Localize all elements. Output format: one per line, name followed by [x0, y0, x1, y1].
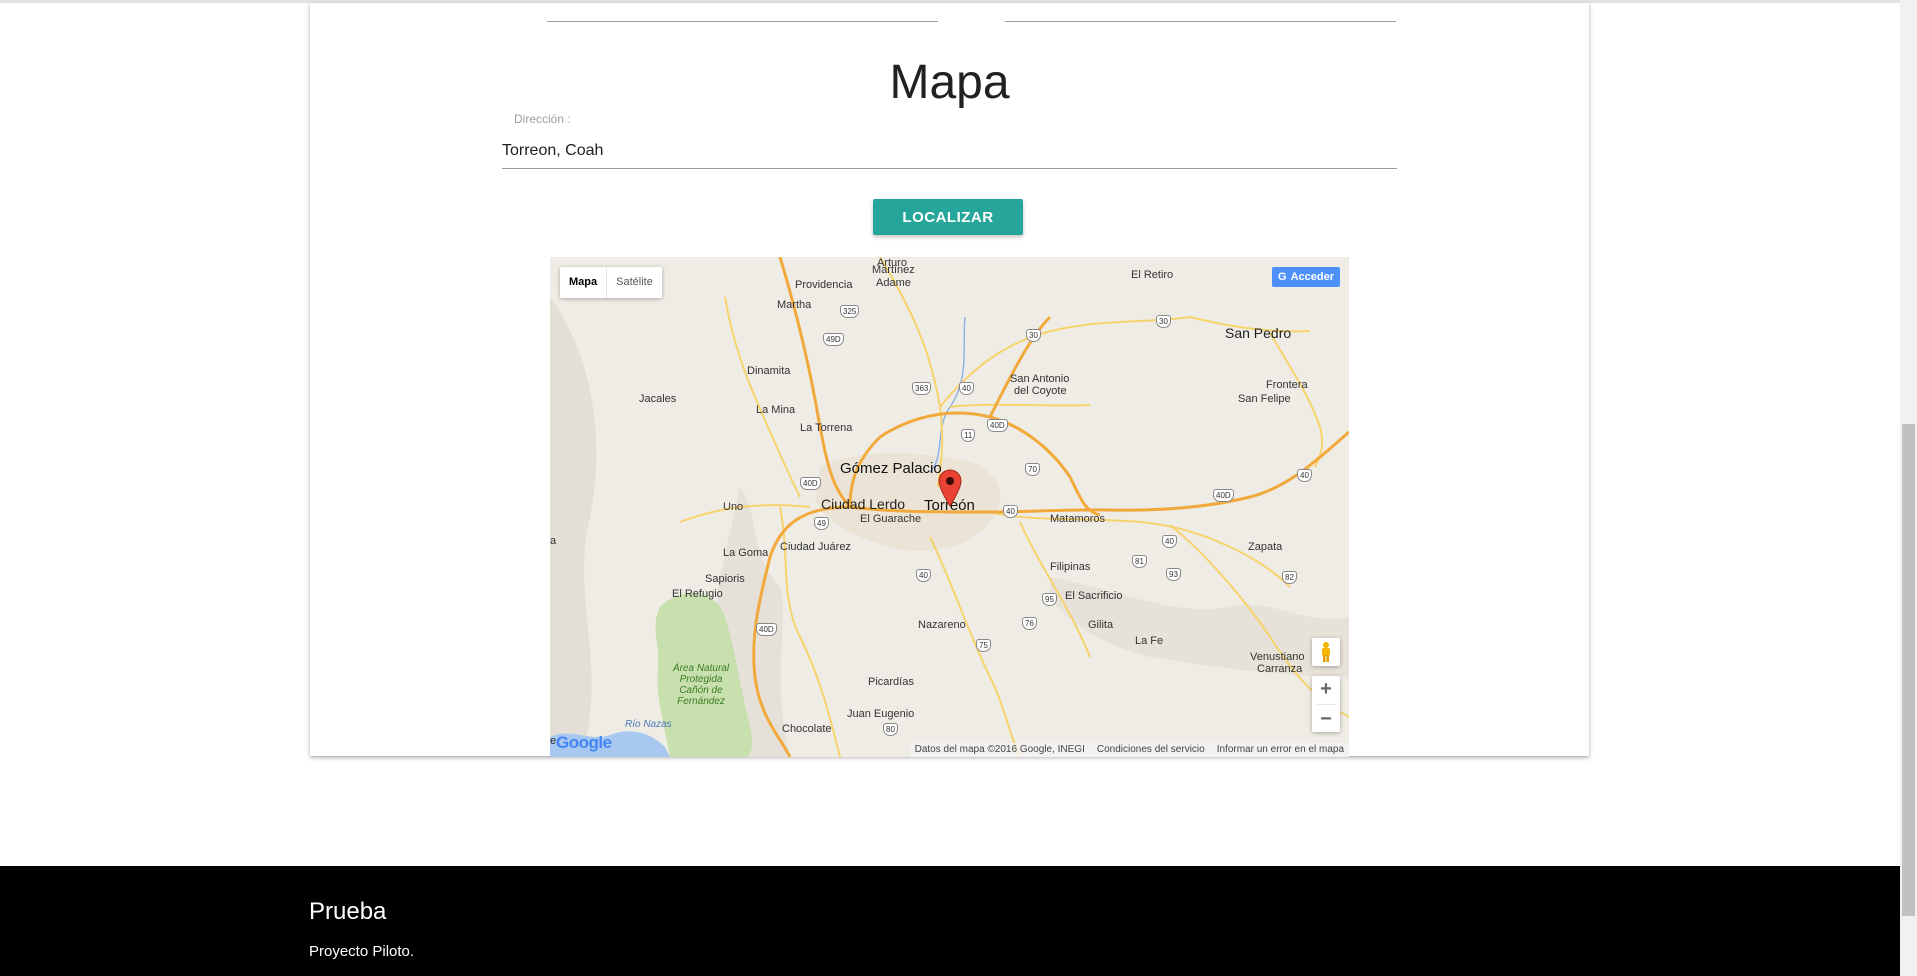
pegman-icon	[1322, 642, 1330, 662]
map-type-satellite-button[interactable]: Satélite	[606, 267, 662, 298]
highway-shield: 40	[1162, 535, 1177, 548]
highway-shield: 40	[959, 382, 974, 395]
map-label-uno: Uno	[723, 501, 744, 513]
footer-text: Proyecto Piloto.	[309, 943, 415, 960]
google-logo[interactable]: Google	[556, 733, 612, 753]
map-label-el-refugio: El Refugio	[672, 588, 723, 600]
map-label-providencia: Providencia	[795, 279, 853, 291]
sign-in-label: Acceder	[1290, 271, 1334, 283]
map-label-ciudad-juarez: Ciudad Juárez	[780, 541, 851, 553]
highway-shield: 93	[1166, 568, 1181, 581]
map-terms-link[interactable]: Condiciones del servicio	[1097, 743, 1205, 757]
page-footer: Prueba Proyecto Piloto.	[0, 866, 1900, 976]
map-label-frontera: Frontera	[1266, 379, 1308, 391]
zoom-control: + −	[1312, 676, 1340, 732]
highway-shield: 95	[1042, 593, 1057, 606]
map-label-san-antonio: San Antonio	[1010, 373, 1070, 385]
map-label-venustiano: Venustiano	[1250, 651, 1305, 663]
highway-shield: 30	[1026, 329, 1041, 342]
map-label-area-natural-line: Área Natural	[672, 663, 730, 674]
highway-shield: 40D	[1213, 489, 1234, 502]
map-label-san-pedro: San Pedro	[1225, 325, 1292, 341]
highway-shield: 75	[976, 639, 991, 652]
highway-shield: 76	[1022, 617, 1037, 630]
highway-shield: 49	[814, 517, 829, 530]
map-label-juan-eugenio: Juan Eugenio	[847, 708, 915, 720]
map-label-ciudad-lerdo: Ciudad Lerdo	[821, 496, 906, 512]
highway-shield: 49D	[823, 333, 844, 346]
highway-shield: 40D	[987, 419, 1008, 432]
highway-shield: 363	[912, 382, 932, 395]
highway-shield: 82	[1282, 571, 1297, 584]
scrollbar-thumb[interactable]	[1902, 424, 1915, 916]
map-label-matamoros: Matamoros	[1050, 513, 1106, 525]
map-label-chocolate: Chocolate	[782, 723, 832, 735]
map-label-sapioris: Sapioris	[705, 573, 745, 585]
zoom-out-button[interactable]: −	[1312, 706, 1340, 734]
street-view-pegman-button[interactable]	[1312, 638, 1340, 666]
map-label-gilita: Gilita	[1088, 619, 1114, 631]
map-label-area-natural-line: Fernández	[677, 696, 725, 707]
sign-in-button[interactable]: G Acceder	[1272, 267, 1340, 287]
map-label-el-guarache: El Guarache	[860, 513, 922, 525]
map-label-la-mina: La Mina	[756, 404, 796, 416]
map-label-la-fe: La Fe	[1135, 635, 1164, 647]
locate-button[interactable]: LOCALIZAR	[873, 199, 1023, 235]
map-label-area-natural-line: Protegida	[679, 674, 723, 685]
map-label-dinamita: Dinamita	[747, 365, 791, 377]
map-label-gomez-palacio: Gómez Palacio	[840, 460, 942, 477]
map-type-control: Mapa Satélite	[560, 267, 662, 298]
highway-shield: 70	[1025, 463, 1040, 476]
map-label-la-goma: La Goma	[723, 547, 769, 559]
page-title: Mapa	[889, 56, 1010, 109]
google-map[interactable]: Arturo Martínez Adame El Retiro Providen…	[550, 257, 1349, 757]
map-label-del-coyote: del Coyote	[1014, 385, 1067, 397]
map-card: Mapa Dirección : LOCALIZAR	[310, 3, 1589, 757]
map-label-edge-a: a	[550, 535, 557, 547]
address-label: Dirección :	[514, 112, 571, 126]
page-scrollbar[interactable]	[1900, 0, 1917, 976]
map-label-el-retiro: El Retiro	[1131, 269, 1174, 281]
map-label-protected-area: Área Natural Protegida Cañón de Fernánde…	[666, 663, 736, 707]
map-label-nazareno: Nazareno	[918, 619, 966, 631]
highway-shield: 325	[840, 305, 860, 318]
map-label-carranza: Carranza	[1257, 663, 1303, 675]
zoom-in-button[interactable]: +	[1312, 676, 1340, 704]
map-attribution-bar: Datos del mapa ©2016 Google, INEGI Condi…	[909, 743, 1349, 757]
highway-shield: 40	[1297, 469, 1312, 482]
map-label-picardias: Picardías	[868, 676, 914, 688]
highway-shield: 81	[1132, 555, 1147, 568]
map-type-map-button[interactable]: Mapa	[560, 267, 606, 298]
map-label-san-felipe: San Felipe	[1238, 393, 1291, 405]
map-label-filipinas: Filipinas	[1050, 561, 1091, 573]
map-label-el-sacrificio: El Sacrificio	[1065, 590, 1123, 602]
map-data-attribution: Datos del mapa ©2016 Google, INEGI	[914, 744, 1085, 755]
map-label-zapata: Zapata	[1248, 541, 1283, 553]
map-label-la-torrena: La Torrena	[800, 422, 853, 434]
footer-title: Prueba	[309, 898, 387, 925]
map-label-jacales: Jacales	[639, 393, 677, 405]
map-label-martha: Martha	[777, 299, 812, 311]
highway-shield: 40D	[756, 623, 777, 636]
map-label-adame: Adame	[876, 277, 911, 289]
address-input[interactable]	[502, 134, 1397, 169]
map-label-rio-nazas: Río Nazas	[625, 719, 672, 730]
highway-shield: 80	[883, 723, 898, 736]
highway-shield: 40	[1003, 505, 1018, 518]
highway-shield: 40D	[800, 477, 821, 490]
google-logo-text: Google	[556, 733, 612, 752]
map-label-area-natural-line: Cañón de	[679, 685, 723, 696]
highway-shield: 40	[916, 569, 931, 582]
location-marker-icon[interactable]	[938, 469, 962, 507]
map-report-error-link[interactable]: Informar un error en el mapa	[1217, 743, 1344, 757]
previous-field-underline	[547, 21, 938, 22]
map-label-martinez: Martínez	[872, 264, 915, 276]
previous-field-underline	[1005, 21, 1396, 22]
google-g-icon: G	[1278, 271, 1287, 283]
highway-shield: 30	[1156, 315, 1171, 328]
